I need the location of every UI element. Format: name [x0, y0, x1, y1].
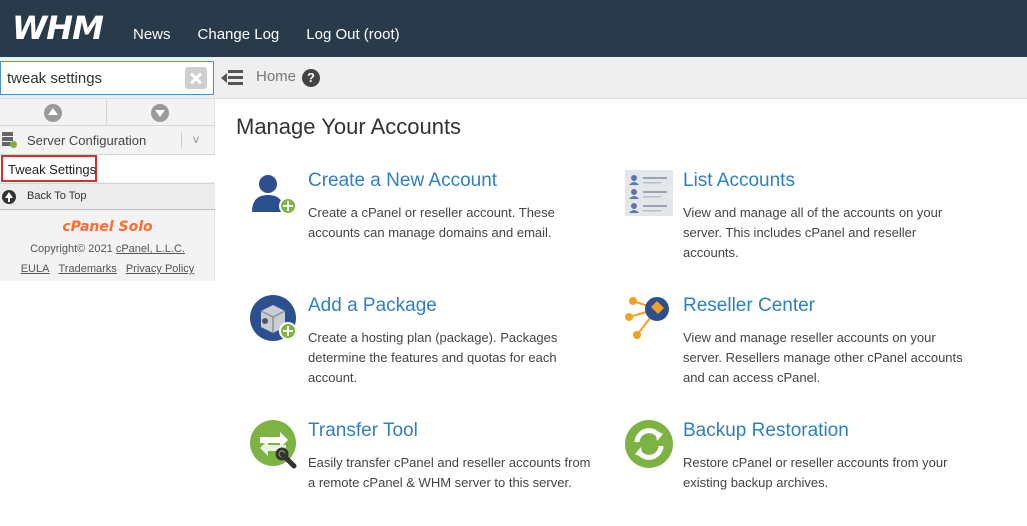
reseller-center-description: View and manage reseller accounts on you…	[683, 330, 963, 385]
nav-change-log-link[interactable]: Change Log	[198, 26, 280, 43]
breadcrumb-home-link[interactable]: Home	[256, 68, 296, 85]
back-to-top-button[interactable]: Back To Top	[0, 183, 215, 210]
copyright-text: Copyright© 2021	[30, 243, 113, 255]
nav-news-link[interactable]: News	[133, 26, 171, 43]
cpanel-solo-logo: cPanel Solo	[62, 219, 153, 235]
back-to-top-label: Back To Top	[27, 190, 87, 202]
list-accounts-link[interactable]: List Accounts	[683, 170, 795, 192]
top-nav: News Change Log Log Out (root)	[133, 26, 427, 43]
privacy-policy-link[interactable]: Privacy Policy	[126, 263, 194, 275]
eula-link[interactable]: EULA	[21, 263, 50, 275]
transfer-tool-description: Easily transfer cPanel and reseller acco…	[308, 455, 591, 490]
server-icon	[2, 132, 17, 148]
whm-logo[interactable]: WHM	[12, 10, 104, 46]
create-account-link[interactable]: Create a New Account	[308, 170, 497, 192]
backup-restoration-link[interactable]: Backup Restoration	[683, 420, 849, 442]
search-input[interactable]	[7, 68, 179, 88]
add-package-icon[interactable]	[250, 295, 300, 345]
sidebar-item-label: Tweak Settings	[8, 162, 97, 177]
search-bar-row: Home ?	[0, 57, 1027, 99]
chevron-down-icon[interactable]: v	[193, 132, 199, 146]
reseller-center-link[interactable]: Reseller Center	[683, 295, 815, 317]
help-icon[interactable]: ?	[302, 69, 320, 87]
page-title: Manage Your Accounts	[236, 114, 462, 139]
arrow-up-icon	[2, 190, 16, 204]
create-account-description: Create a cPanel or reseller account. The…	[308, 205, 555, 240]
trademarks-link[interactable]: Trademarks	[59, 263, 117, 275]
list-accounts-description: View and manage all of the accounts on y…	[683, 205, 943, 260]
sidebar: Server Configuration v Tweak Settings Ba…	[0, 99, 215, 281]
nav-logout-link[interactable]: Log Out (root)	[306, 26, 399, 43]
search-box	[0, 61, 214, 95]
sidebar-collapse-controls	[0, 99, 215, 126]
cpanel-company-link[interactable]: cPanel, L.L.C.	[116, 243, 185, 255]
collapse-menu-icon[interactable]	[221, 70, 243, 86]
backup-restoration-icon[interactable]	[625, 420, 675, 470]
expand-all-button[interactable]	[107, 99, 214, 126]
section-divider	[181, 132, 182, 149]
footer-links: EULA Trademarks Privacy Policy	[0, 263, 215, 275]
top-bar: WHM News Change Log Log Out (root)	[0, 0, 1027, 57]
arrow-down-circle-icon	[151, 104, 169, 122]
add-package-description: Create a hosting plan (package). Package…	[308, 330, 558, 385]
reseller-center-icon[interactable]	[625, 295, 675, 345]
clear-search-icon[interactable]	[185, 67, 207, 89]
backup-restoration-description: Restore cPanel or reseller accounts from…	[683, 455, 948, 490]
add-user-icon[interactable]	[250, 170, 300, 220]
sidebar-item-tweak-settings[interactable]: Tweak Settings	[1, 155, 97, 182]
list-accounts-icon[interactable]	[625, 170, 675, 220]
arrow-up-circle-icon	[44, 104, 62, 122]
transfer-tool-icon[interactable]	[250, 420, 300, 470]
sidebar-section-label: Server Configuration	[27, 133, 147, 148]
copyright: Copyright© 2021 cPanel, L.L.C.	[0, 243, 215, 255]
add-package-link[interactable]: Add a Package	[308, 295, 437, 317]
sidebar-section-server-configuration[interactable]: Server Configuration v	[0, 127, 215, 155]
transfer-tool-link[interactable]: Transfer Tool	[308, 420, 418, 442]
collapse-all-button[interactable]	[0, 99, 107, 126]
